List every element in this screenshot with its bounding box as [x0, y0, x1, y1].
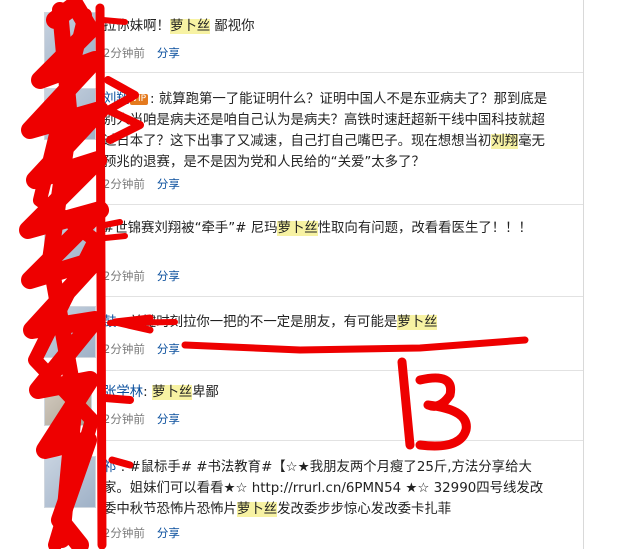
- weibo-feed: 拉你妹啊！萝卜丝 鄙视你 2分钟前 分享 刘翔 VIP: 就算跑第一了能证明什么？证…: [0, 0, 636, 549]
- scribble-stroke: [100, 17, 128, 25]
- arrow-stroke: [107, 319, 178, 326]
- scribble-stroke: [104, 76, 144, 144]
- underline-stroke: [181, 336, 529, 354]
- red-marker-scribble: [19, 0, 529, 549]
- scribble-stroke: [101, 394, 134, 404]
- scribble-stroke: [95, 3, 107, 549]
- big-3-stroke: [397, 357, 471, 451]
- scribble-stroke: [108, 456, 134, 469]
- scribble-stroke: [102, 219, 128, 241]
